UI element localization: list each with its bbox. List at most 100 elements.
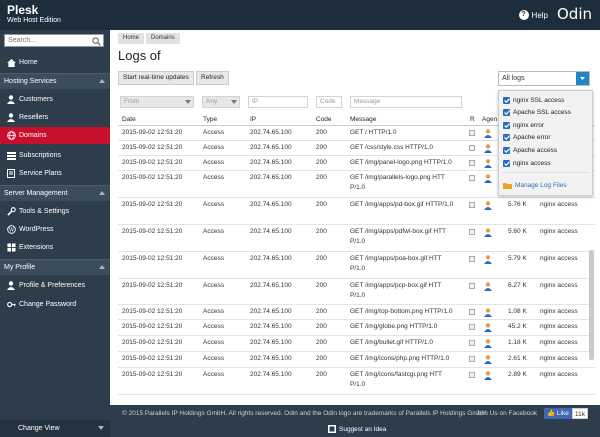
user-agent-icon[interactable] xyxy=(484,371,492,380)
raw-view-icon[interactable] xyxy=(469,324,475,330)
user-agent-icon[interactable] xyxy=(484,228,492,237)
sidebar-item-service-plans[interactable]: Service Plans xyxy=(0,165,110,182)
sidebar-item-home[interactable]: Home xyxy=(0,54,110,71)
raw-view-icon[interactable] xyxy=(469,256,475,262)
checkbox-checked-icon[interactable] xyxy=(503,134,510,142)
user-agent-icon[interactable] xyxy=(484,355,492,364)
log-filter-option[interactable]: Apache SSL access xyxy=(503,108,571,118)
like-button[interactable]: 👍 Like xyxy=(544,408,572,419)
message-filter[interactable]: Message xyxy=(350,96,462,108)
sidebar-item-label: Customers xyxy=(19,96,53,103)
cell-code: 200 xyxy=(316,201,327,208)
user-agent-icon[interactable] xyxy=(484,159,492,168)
user-agent-icon[interactable] xyxy=(484,255,492,264)
section-server-management[interactable]: Server Management xyxy=(0,185,110,201)
ip-filter[interactable]: IP xyxy=(248,96,308,108)
breadcrumb-home[interactable]: Home xyxy=(118,33,145,44)
table-row: 2015-09-02 12:51:20 Access 202.74.65.100 20… xyxy=(118,225,595,252)
log-filter-option[interactable]: Apache error xyxy=(503,133,551,143)
user-agent-icon[interactable] xyxy=(484,174,492,183)
log-filter-option[interactable]: nginx access xyxy=(503,158,551,168)
column-type[interactable]: Type xyxy=(203,116,217,123)
sidebar: Home Hosting Services Customers Reseller… xyxy=(0,30,110,437)
checkbox-checked-icon[interactable] xyxy=(503,159,510,167)
sidebar-item-label: WordPress xyxy=(19,226,54,233)
checkbox-checked-icon[interactable] xyxy=(503,109,510,117)
table-row: 2015-09-02 12:51:20 Access 202.74.65.100 20… xyxy=(118,252,595,279)
sidebar-item-customers[interactable]: Customers xyxy=(0,91,110,108)
like-label: Like xyxy=(556,410,569,417)
cell-source: nginx access xyxy=(540,308,578,315)
any-filter[interactable]: Any xyxy=(202,96,240,108)
from-filter[interactable]: From xyxy=(120,96,194,108)
cell-code: 200 xyxy=(316,228,327,235)
dropdown-toggle[interactable] xyxy=(576,72,589,85)
search-input[interactable] xyxy=(5,35,91,46)
checkbox-checked-icon[interactable] xyxy=(503,121,510,129)
raw-view-icon[interactable] xyxy=(469,145,475,151)
raw-view-icon[interactable] xyxy=(469,229,475,235)
raw-view-icon[interactable] xyxy=(469,202,475,208)
cell-message: GET /img/apps/poa-box.gif HTT xyxy=(350,255,442,262)
raw-view-icon[interactable] xyxy=(469,340,475,346)
sidebar-item-wordpress[interactable]: W WordPress xyxy=(0,221,110,238)
manage-log-files-link[interactable]: Manage Log Files xyxy=(503,182,567,189)
sidebar-item-subscriptions[interactable]: Subscriptions xyxy=(0,147,110,164)
raw-view-icon[interactable] xyxy=(469,309,475,315)
user-agent-icon[interactable] xyxy=(484,323,492,332)
brand[interactable]: Plesk Web Host Edition xyxy=(7,4,61,25)
home-icon xyxy=(6,58,16,67)
cell-date: 2015-09-02 12:51:20 xyxy=(122,339,183,346)
raw-view-icon[interactable] xyxy=(469,130,475,136)
sidebar-item-domains[interactable]: Domains xyxy=(0,127,110,144)
raw-view-icon[interactable] xyxy=(469,356,475,362)
change-view-button[interactable]: Change View xyxy=(0,420,110,437)
start-realtime-button[interactable]: Start real-time updates xyxy=(118,71,194,85)
help-link[interactable]: ? Help xyxy=(518,10,548,20)
column-code[interactable]: Code xyxy=(316,116,332,123)
cell-message-cont: P/1.0 xyxy=(350,184,366,191)
facebook-link[interactable]: Join Us on Facebook xyxy=(476,410,537,417)
log-filter-option[interactable]: nginx SSL access xyxy=(503,95,564,105)
chevron-up-icon xyxy=(99,79,105,83)
user-agent-icon[interactable] xyxy=(484,308,492,317)
checkbox-checked-icon[interactable] xyxy=(503,96,510,104)
user-agent-icon[interactable] xyxy=(484,339,492,348)
column-date[interactable]: Date xyxy=(122,116,136,123)
cell-date: 2015-09-02 12:51:20 xyxy=(122,228,183,235)
sidebar-item-extensions[interactable]: Extensions xyxy=(0,239,110,256)
suggest-idea-link[interactable]: Suggest an Idea xyxy=(328,425,386,433)
user-agent-icon[interactable] xyxy=(484,129,492,138)
scrollbar[interactable] xyxy=(589,250,594,360)
user-agent-icon[interactable] xyxy=(484,201,492,210)
log-filter-option[interactable]: nginx error xyxy=(503,120,544,130)
user-agent-icon[interactable] xyxy=(484,144,492,153)
sidebar-item-resellers[interactable]: Resellers xyxy=(0,109,110,126)
column-message[interactable]: Message xyxy=(350,116,376,123)
sidebar-item-profile-preferences[interactable]: Profile & Preferences xyxy=(0,277,110,294)
checkbox-checked-icon[interactable] xyxy=(503,146,510,154)
sidebar-item-tools-settings[interactable]: Tools & Settings xyxy=(0,203,110,220)
raw-view-icon[interactable] xyxy=(469,283,475,289)
refresh-button[interactable]: Refresh xyxy=(196,71,229,85)
column-agent[interactable]: Agen xyxy=(482,116,497,123)
breadcrumb-domains[interactable]: Domains xyxy=(146,33,180,44)
search-icon[interactable] xyxy=(92,37,101,46)
section-my-profile[interactable]: My Profile xyxy=(0,259,110,275)
column-r[interactable]: R xyxy=(470,116,475,123)
code-filter[interactable]: Code xyxy=(316,96,342,108)
cell-type: Access xyxy=(203,255,224,262)
raw-view-icon[interactable] xyxy=(469,175,475,181)
cell-type: Access xyxy=(203,323,224,330)
section-hosting-services[interactable]: Hosting Services xyxy=(0,73,110,89)
column-ip[interactable]: IP xyxy=(250,116,256,123)
raw-view-icon[interactable] xyxy=(469,372,475,378)
sidebar-item-change-password[interactable]: Change Password xyxy=(0,296,110,313)
key-icon xyxy=(6,300,16,309)
log-filter-option[interactable]: Apache access xyxy=(503,145,557,155)
user-agent-icon[interactable] xyxy=(484,282,492,291)
change-view-label: Change View xyxy=(18,425,60,432)
log-select[interactable]: All logs xyxy=(498,71,590,86)
raw-view-icon[interactable] xyxy=(469,160,475,166)
tools-icon xyxy=(6,207,16,216)
